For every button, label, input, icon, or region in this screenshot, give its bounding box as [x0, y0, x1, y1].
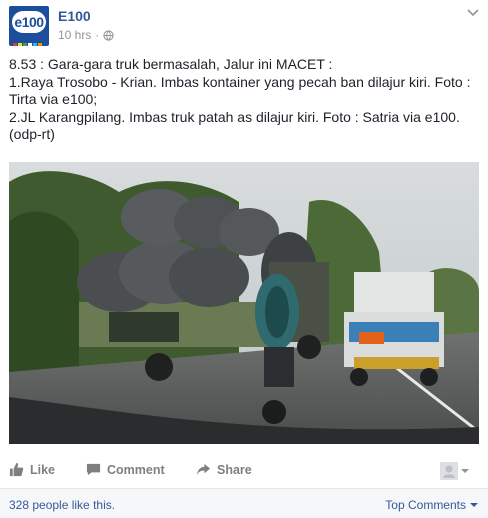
- post-actions: Like Comment Share: [0, 456, 488, 488]
- selector-caret-icon: [461, 469, 469, 473]
- post-footer: 328 people like this. Top Comments: [0, 488, 488, 518]
- post-text: 8.53 : Gara-gara truk bermasalah, Jalur …: [9, 56, 471, 143]
- share-button[interactable]: Share: [196, 462, 252, 477]
- page-profile-thumb-icon: [440, 462, 458, 480]
- avatar-logo-text: e100: [12, 11, 46, 33]
- comment-bubble-icon: [86, 463, 101, 476]
- comments-filter-dropdown[interactable]: Top Comments: [385, 498, 478, 512]
- post-as-selector[interactable]: [440, 460, 480, 482]
- meta-separator: ·: [95, 28, 100, 42]
- share-arrow-icon: [196, 463, 211, 476]
- thumbs-up-icon: [9, 462, 24, 477]
- comments-filter-label: Top Comments: [385, 498, 466, 512]
- chevron-down-icon[interactable]: [466, 6, 480, 20]
- like-button[interactable]: Like: [9, 462, 55, 477]
- like-label: Like: [30, 462, 56, 477]
- post-timestamp[interactable]: 10 hrs: [58, 28, 91, 42]
- post-header: e100 E100 10 hrs ·: [0, 0, 488, 52]
- globe-icon[interactable]: [103, 29, 114, 41]
- caret-down-icon: [470, 503, 478, 507]
- post-meta: 10 hrs ·: [58, 28, 114, 42]
- post-photo[interactable]: [9, 162, 479, 444]
- traffic-jam-photo: [9, 162, 479, 444]
- comment-label: Comment: [107, 462, 165, 477]
- likes-count-link[interactable]: 328 people like this.: [9, 498, 115, 512]
- page-name-link[interactable]: E100: [58, 8, 91, 24]
- share-label: Share: [217, 462, 252, 477]
- avatar-color-strip: [13, 36, 45, 46]
- page-avatar[interactable]: e100: [9, 6, 49, 46]
- comment-button[interactable]: Comment: [86, 462, 165, 477]
